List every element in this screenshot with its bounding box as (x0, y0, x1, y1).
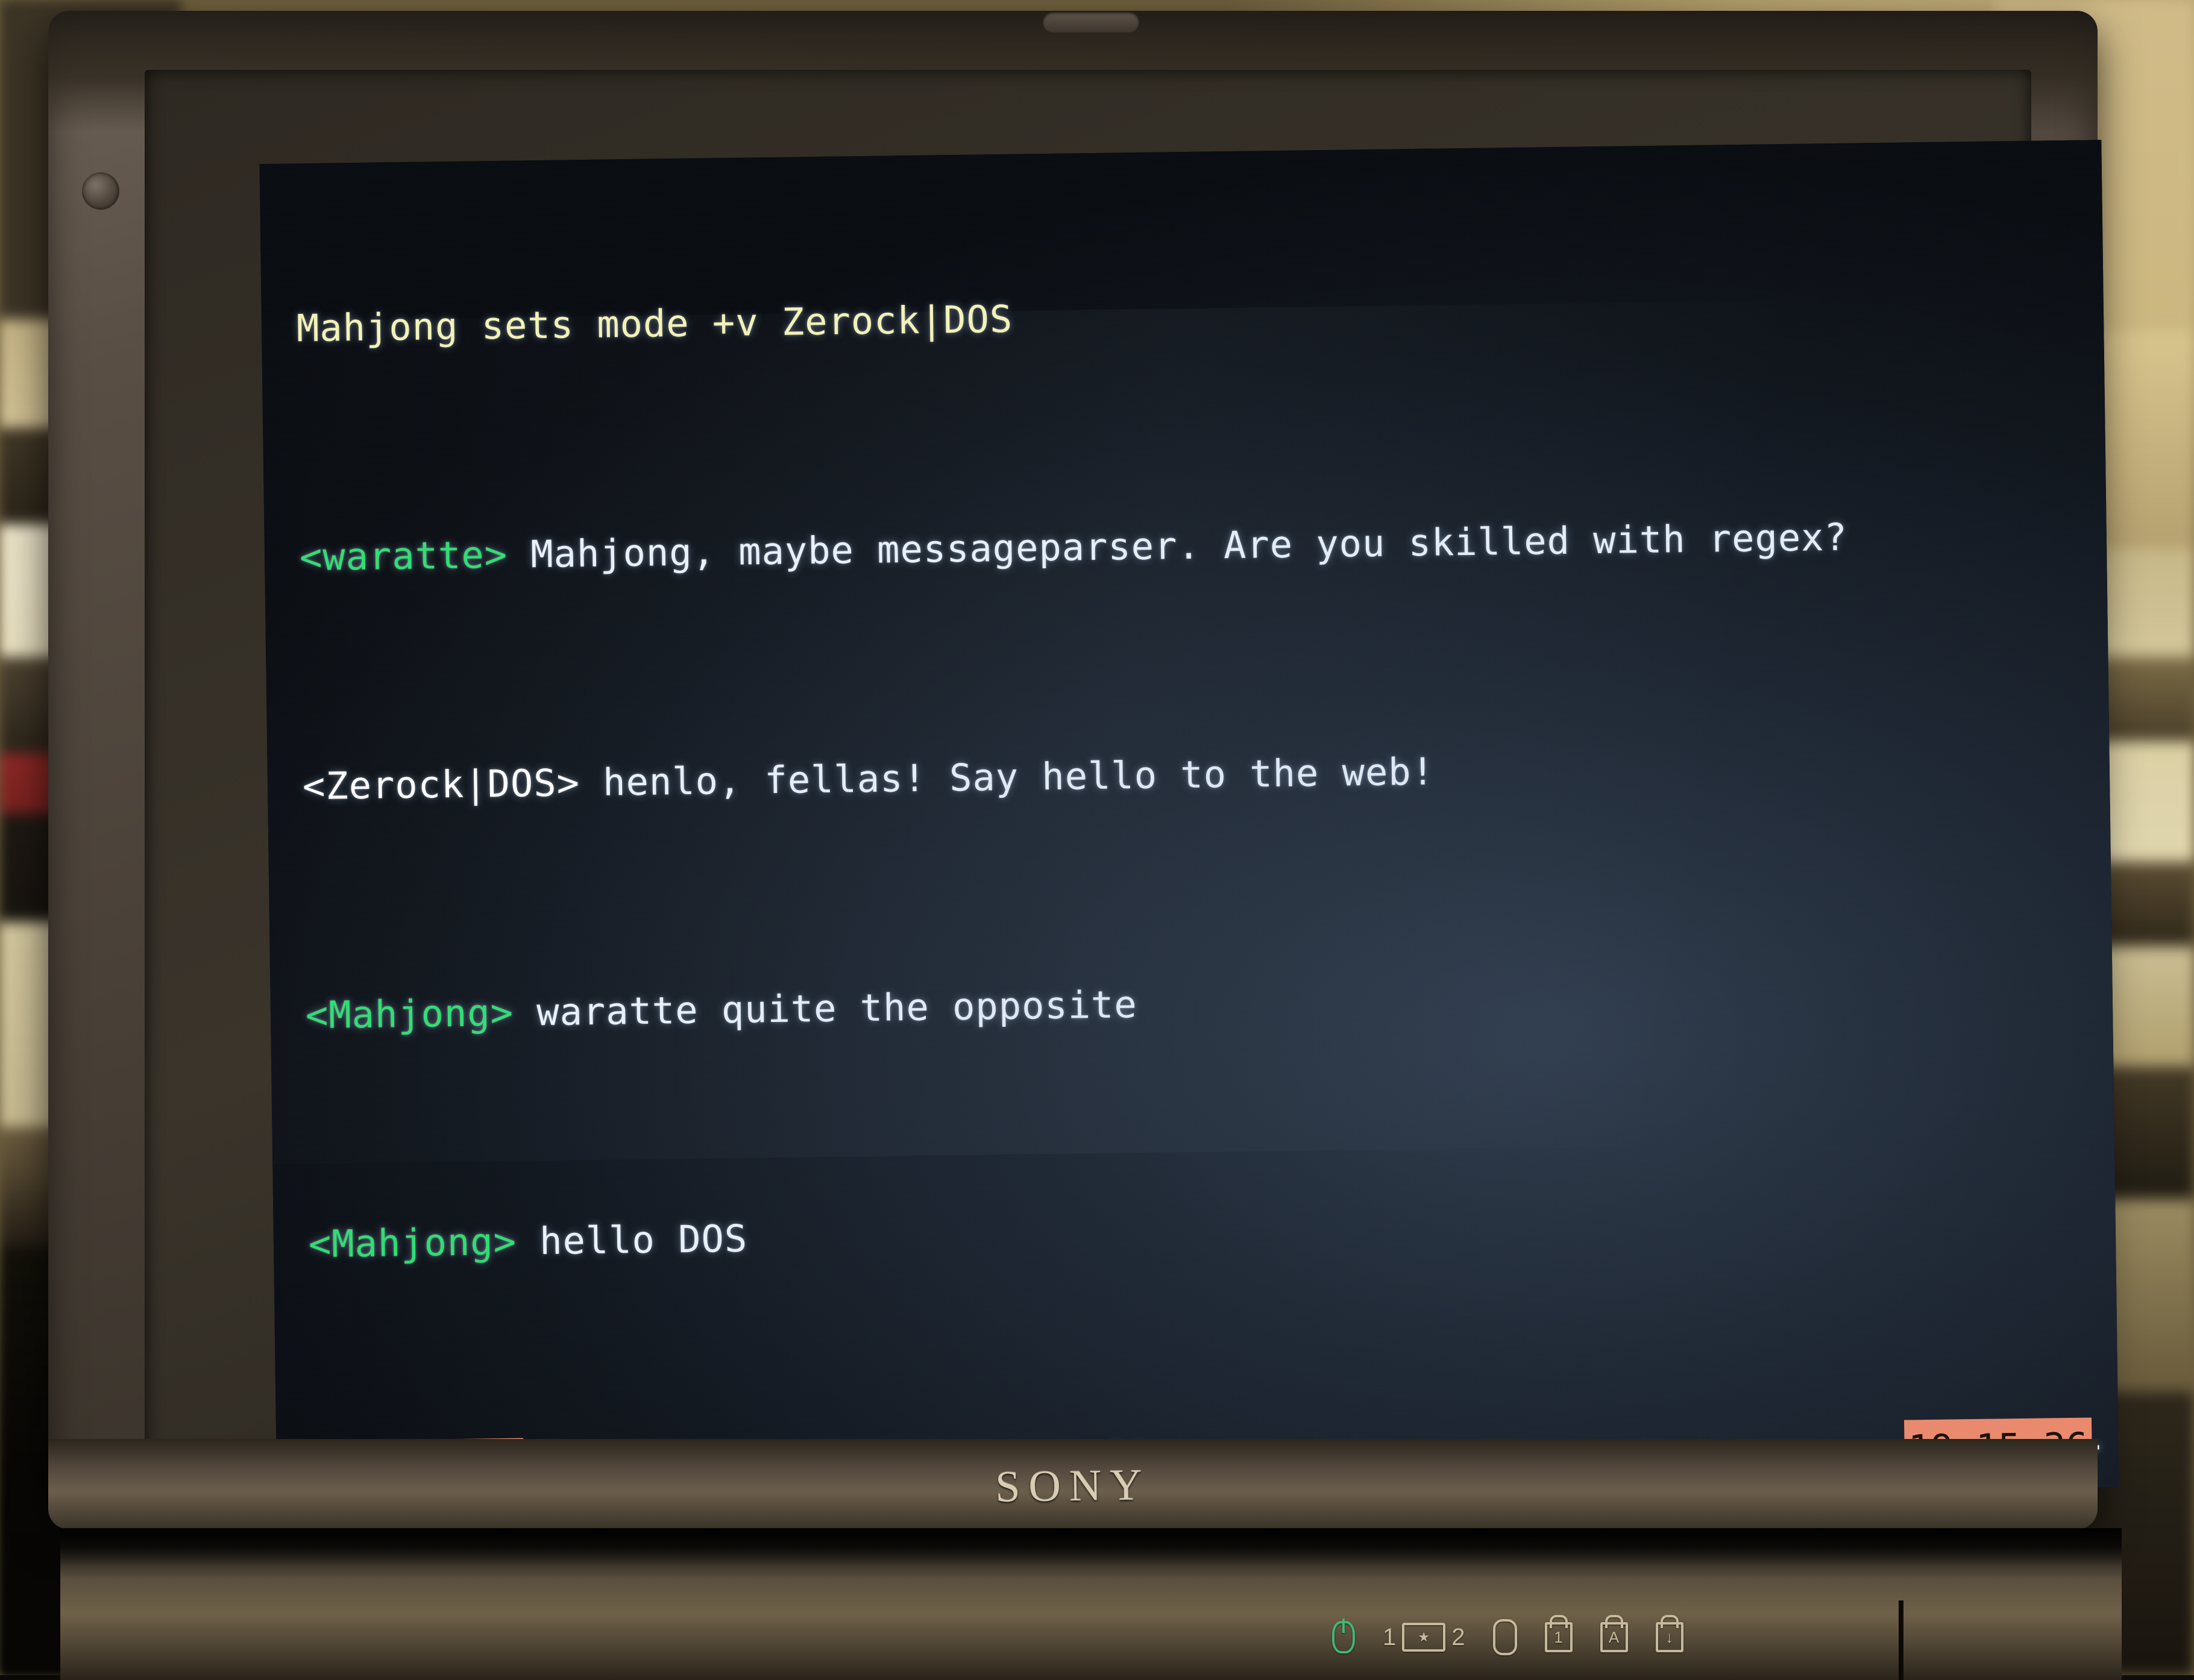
irc-text: henlo, fellas! Say hello to the web! (603, 750, 1435, 804)
lid-latch (1043, 12, 1139, 33)
num-lock-icon: 1 (1545, 1622, 1573, 1652)
scroll-lock-icon: ↓ (1656, 1622, 1683, 1652)
irc-text (513, 990, 536, 1034)
irc-text (507, 532, 530, 576)
battery-2-label: 2 (1451, 1624, 1465, 1651)
lid-bottom-bezel: SONY (48, 1439, 2098, 1529)
irc-text: hello DOS (539, 1217, 748, 1264)
irc-notice-line: Mahjong sets mode +v Zerock|DOS (296, 276, 2105, 357)
lcd-screen[interactable]: Mahjong sets mode +v Zerock|DOS <waratte… (259, 140, 2119, 1511)
irc-message-line: <Mahjong> hello DOS (308, 1192, 2117, 1273)
battery-icon (1402, 1623, 1445, 1652)
deck-shadow (60, 1528, 2122, 1567)
photo-scene: Mahjong sets mode +v Zerock|DOS <waratte… (0, 0, 2194, 1675)
battery-1-label: 1 (1383, 1624, 1396, 1651)
disk-activity-icon (1493, 1619, 1517, 1655)
status-led-row: 1 2 1 A ↓ (1332, 1614, 1683, 1661)
irc-message-line: <waratte> Mahjong, maybe messageparser. … (299, 505, 2108, 586)
irc-nick[interactable]: <Mahjong> (306, 991, 514, 1038)
deck-seam (1899, 1600, 1903, 1680)
sony-laptop: Mahjong sets mode +v Zerock|DOS <waratte… (42, 5, 2134, 1668)
caps-lock-icon: A (1600, 1622, 1628, 1652)
irc-nick[interactable]: <waratte> (300, 533, 508, 580)
irc-nick[interactable]: <Zerock|DOS> (303, 760, 580, 808)
sony-logo: SONY (995, 1459, 1151, 1513)
irc-text (516, 1219, 539, 1263)
battery-bay-group: 1 2 (1383, 1623, 1465, 1652)
irc-text: waratte quite the opposite (536, 982, 1137, 1034)
irc-message-log[interactable]: Mahjong sets mode +v Zerock|DOS <waratte… (295, 161, 2119, 1511)
power-icon (1332, 1621, 1355, 1653)
irc-text: Mahjong, maybe messageparser. Are you sk… (530, 515, 1847, 577)
irc-text (579, 760, 603, 804)
lid-bumper-left (82, 172, 119, 210)
irc-message-line: <Mahjong> waratte quite the opposite (305, 963, 2114, 1044)
screen-bezel: Mahjong sets mode +v Zerock|DOS <waratte… (145, 70, 2031, 1456)
irc-message-line: <Zerock|DOS> henlo, fellas! Say hello to… (302, 734, 2111, 815)
irc-nick[interactable]: <Mahjong> (308, 1220, 517, 1267)
